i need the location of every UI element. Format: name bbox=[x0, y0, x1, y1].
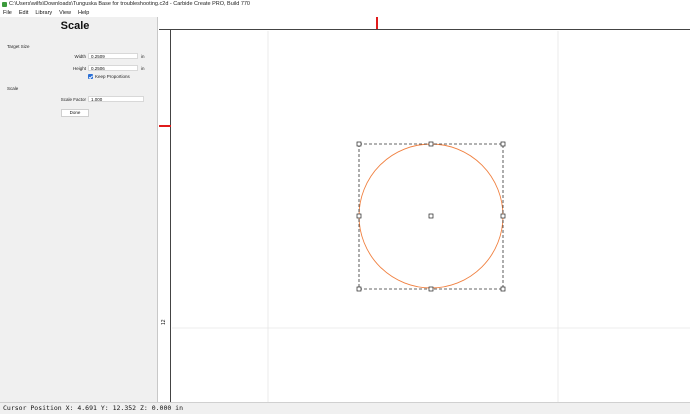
design-canvas[interactable] bbox=[172, 31, 690, 402]
resize-handle-top[interactable] bbox=[428, 141, 434, 147]
app-icon bbox=[2, 2, 7, 7]
menu-view[interactable]: View bbox=[55, 9, 74, 17]
keep-proportions-checkbox[interactable] bbox=[88, 74, 93, 79]
resize-handle-bottom[interactable] bbox=[428, 286, 434, 292]
height-label: Height bbox=[72, 66, 86, 71]
menu-file[interactable]: File bbox=[0, 9, 15, 17]
resize-handle-top-left[interactable] bbox=[356, 141, 362, 147]
scale-factor-label: Scale Factor bbox=[60, 97, 86, 102]
title-bar: C:\Users\wilfs\Downloads\Tunguska Base f… bbox=[0, 0, 690, 9]
top-ruler bbox=[159, 17, 690, 30]
resize-handle-top-right[interactable] bbox=[500, 141, 506, 147]
resize-handle-bottom-left[interactable] bbox=[356, 286, 362, 292]
top-ruler-position-marker bbox=[376, 17, 378, 29]
height-input[interactable] bbox=[88, 65, 138, 71]
window-title: C:\Users\wilfs\Downloads\Tunguska Base f… bbox=[9, 1, 250, 7]
target-size-label: Target Size bbox=[7, 44, 30, 49]
width-label: Width bbox=[74, 54, 86, 59]
left-ruler-position-marker bbox=[159, 125, 171, 127]
keep-proportions-label: Keep Proportions bbox=[95, 74, 130, 79]
canvas-drawing bbox=[172, 31, 690, 402]
resize-handle-bottom-right[interactable] bbox=[500, 286, 506, 292]
status-bar: Cursor Position X: 4.691 Y: 12.352 Z: 0.… bbox=[0, 402, 690, 414]
width-input[interactable] bbox=[88, 53, 138, 59]
scale-panel: Scale Target Size Width in Height in Kee… bbox=[0, 17, 158, 402]
left-ruler-tick-label: 12 bbox=[161, 319, 167, 325]
menu-help[interactable]: Help bbox=[74, 9, 92, 17]
width-unit: in bbox=[141, 54, 145, 59]
menu-library[interactable]: Library bbox=[31, 9, 55, 17]
scale-factor-input[interactable] bbox=[88, 96, 144, 102]
menu-edit[interactable]: Edit bbox=[15, 9, 31, 17]
height-unit: in bbox=[141, 66, 145, 71]
resize-handle-left[interactable] bbox=[356, 213, 362, 219]
scale-section-label: Scale bbox=[7, 86, 19, 91]
center-handle[interactable] bbox=[428, 213, 434, 219]
panel-title: Scale bbox=[60, 20, 90, 32]
menu-bar: File Edit Library View Help bbox=[0, 9, 690, 17]
resize-handle-right[interactable] bbox=[500, 213, 506, 219]
left-ruler: 12 bbox=[159, 30, 171, 402]
cursor-position-readout: Cursor Position X: 4.691 Y: 12.352 Z: 0.… bbox=[3, 404, 184, 412]
done-button[interactable]: Done bbox=[61, 109, 89, 117]
